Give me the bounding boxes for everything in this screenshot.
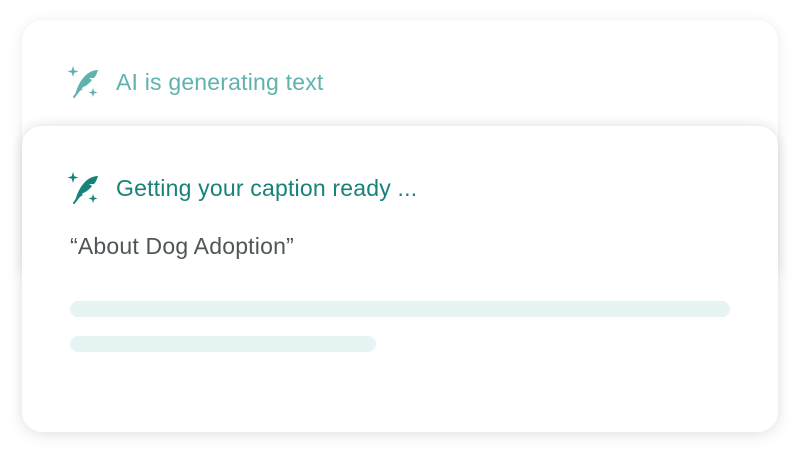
ai-status-text: AI is generating text — [116, 68, 324, 95]
caption-topic: “About Dog Adoption” — [70, 233, 294, 259]
sparkle-quill-icon — [67, 64, 99, 100]
loading-placeholder-line — [70, 336, 376, 352]
caption-status-row: Getting your caption ready ... — [67, 170, 417, 206]
caption-status-text: Getting your caption ready ... — [116, 174, 418, 201]
loading-placeholder-line — [70, 301, 730, 317]
ai-status-row: AI is generating text — [67, 64, 323, 100]
caption-progress-card: Getting your caption ready ... “About Do… — [22, 126, 778, 432]
sparkle-quill-icon — [67, 170, 99, 206]
